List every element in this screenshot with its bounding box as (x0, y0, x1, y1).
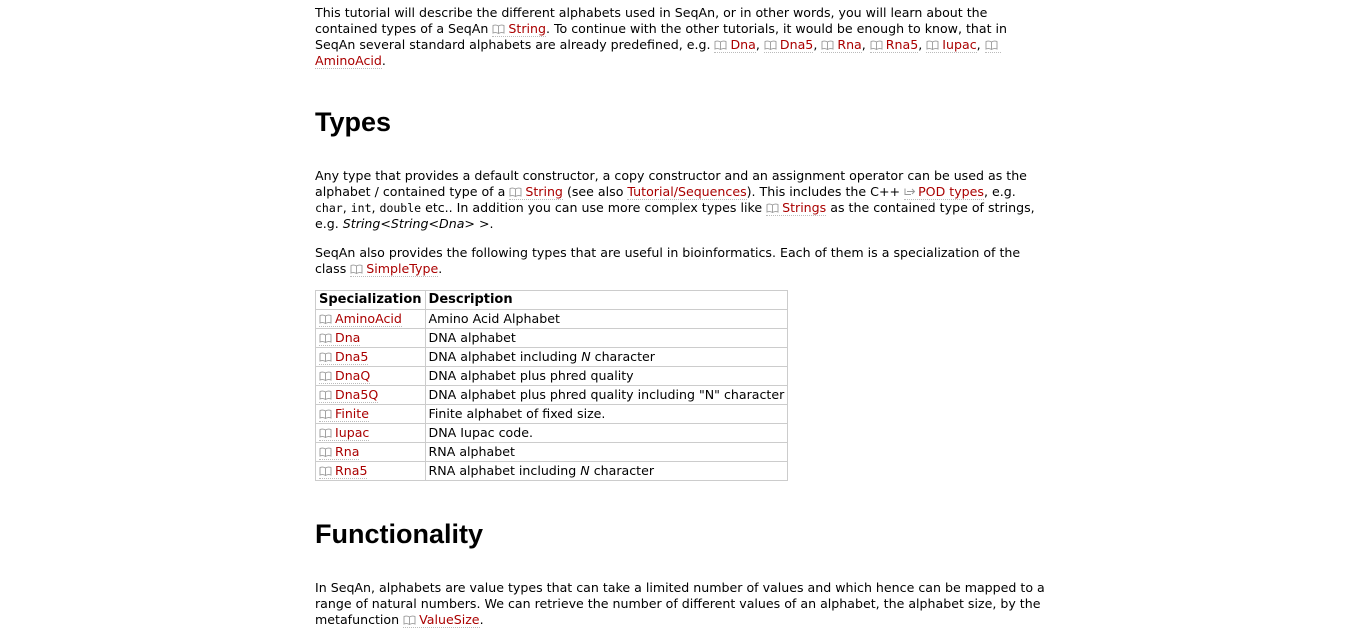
link-spec-aminoacid[interactable]: AminoAcid (319, 311, 402, 327)
book-icon (926, 40, 939, 50)
row-description: DNA Iupac code. (424, 423, 789, 443)
table-row: Dna5 DNA alphabet including N character (315, 347, 789, 367)
table-row: Iupac DNA Iupac code. (315, 423, 789, 443)
link-spec-rna5[interactable]: Rna5 (319, 463, 368, 479)
book-icon (319, 333, 332, 343)
link-spec-dnaq[interactable]: DnaQ (319, 368, 371, 384)
link-spec-dna5q[interactable]: Dna5Q (319, 387, 379, 403)
book-icon (319, 447, 332, 457)
table-row: DnaQ DNA alphabet plus phred quality (315, 366, 789, 386)
external-link-icon (904, 188, 916, 195)
link-rna[interactable]: Rna (821, 37, 862, 53)
row-description: RNA alphabet (424, 442, 789, 462)
table-row: AminoAcid Amino Acid Alphabet (315, 309, 789, 329)
example-type: String<String<Dna> > (342, 216, 490, 231)
link-spec-rna[interactable]: Rna (319, 444, 360, 460)
alphabet-table-wrap: Specialization Description AminoAcid Ami… (315, 290, 1050, 481)
book-icon (319, 314, 332, 324)
link-pod-types[interactable]: POD types (904, 184, 984, 200)
book-icon (985, 40, 998, 50)
link-iupac[interactable]: Iupac (926, 37, 977, 53)
book-icon (403, 615, 416, 625)
book-icon (319, 371, 332, 381)
book-icon (764, 40, 777, 50)
table-row: Rna5 RNA alphabet including N character (315, 461, 789, 481)
link-tutorial-sequences[interactable]: Tutorial/Sequences (627, 184, 747, 200)
link-spec-iupac[interactable]: Iupac (319, 425, 370, 441)
alphabet-table: Specialization Description AminoAcid Ami… (315, 290, 789, 481)
row-description: DNA alphabet (424, 328, 789, 348)
book-icon (509, 187, 522, 197)
code-int: int (350, 201, 372, 215)
link-simpletype[interactable]: SimpleType (350, 261, 439, 277)
row-description: RNA alphabet including N character (424, 461, 789, 481)
link-dna5[interactable]: Dna5 (763, 37, 814, 53)
link-spec-finite[interactable]: Finite (319, 406, 369, 422)
book-icon (319, 466, 332, 476)
table-row: Rna RNA alphabet (315, 442, 789, 462)
link-dna[interactable]: Dna (714, 37, 756, 53)
heading-functionality: Functionality (315, 519, 483, 549)
book-icon (821, 40, 834, 50)
row-description: DNA alphabet plus phred quality (424, 366, 789, 386)
book-icon (319, 409, 332, 419)
heading-types: Types (315, 107, 392, 137)
link-spec-dna[interactable]: Dna (319, 330, 361, 346)
link-spec-dna5[interactable]: Dna5 (319, 349, 369, 365)
code-double: double (379, 201, 422, 215)
book-icon (492, 24, 505, 34)
link-string[interactable]: String (492, 21, 546, 37)
column-header-description: Description (424, 290, 789, 310)
intro-paragraph: This tutorial will describe the differen… (315, 5, 1008, 69)
table-row: Dna DNA alphabet (315, 328, 789, 348)
table-row: Dna5Q DNA alphabet plus phred quality in… (315, 385, 789, 405)
book-icon (715, 40, 727, 50)
column-header-specialization: Specialization (315, 290, 426, 310)
book-icon (319, 352, 332, 362)
row-description: Finite alphabet of fixed size. (424, 404, 789, 424)
link-rna5[interactable]: Rna5 (869, 37, 919, 53)
code-char: char (315, 201, 343, 215)
types-paragraph: Any type that provides a default constru… (315, 168, 1035, 231)
link-string[interactable]: String (509, 184, 563, 200)
table-header-row: Specialization Description (315, 290, 789, 310)
table-row: Finite Finite alphabet of fixed size. (315, 404, 789, 424)
seqan-types-paragraph: SeqAn also provides the following types … (315, 245, 1021, 277)
functionality-paragraph: In SeqAn, alphabets are value types that… (315, 580, 1045, 628)
book-icon (350, 264, 363, 274)
book-icon (870, 40, 883, 50)
book-icon (319, 428, 332, 438)
link-strings[interactable]: Strings (766, 200, 827, 216)
row-description: Amino Acid Alphabet (424, 309, 789, 329)
row-description: DNA alphabet plus phred quality includin… (424, 385, 789, 405)
book-icon (766, 203, 779, 213)
article-content: This tutorial will describe the differen… (315, 5, 1050, 628)
book-icon (319, 390, 332, 400)
row-description: DNA alphabet including N character (424, 347, 789, 367)
